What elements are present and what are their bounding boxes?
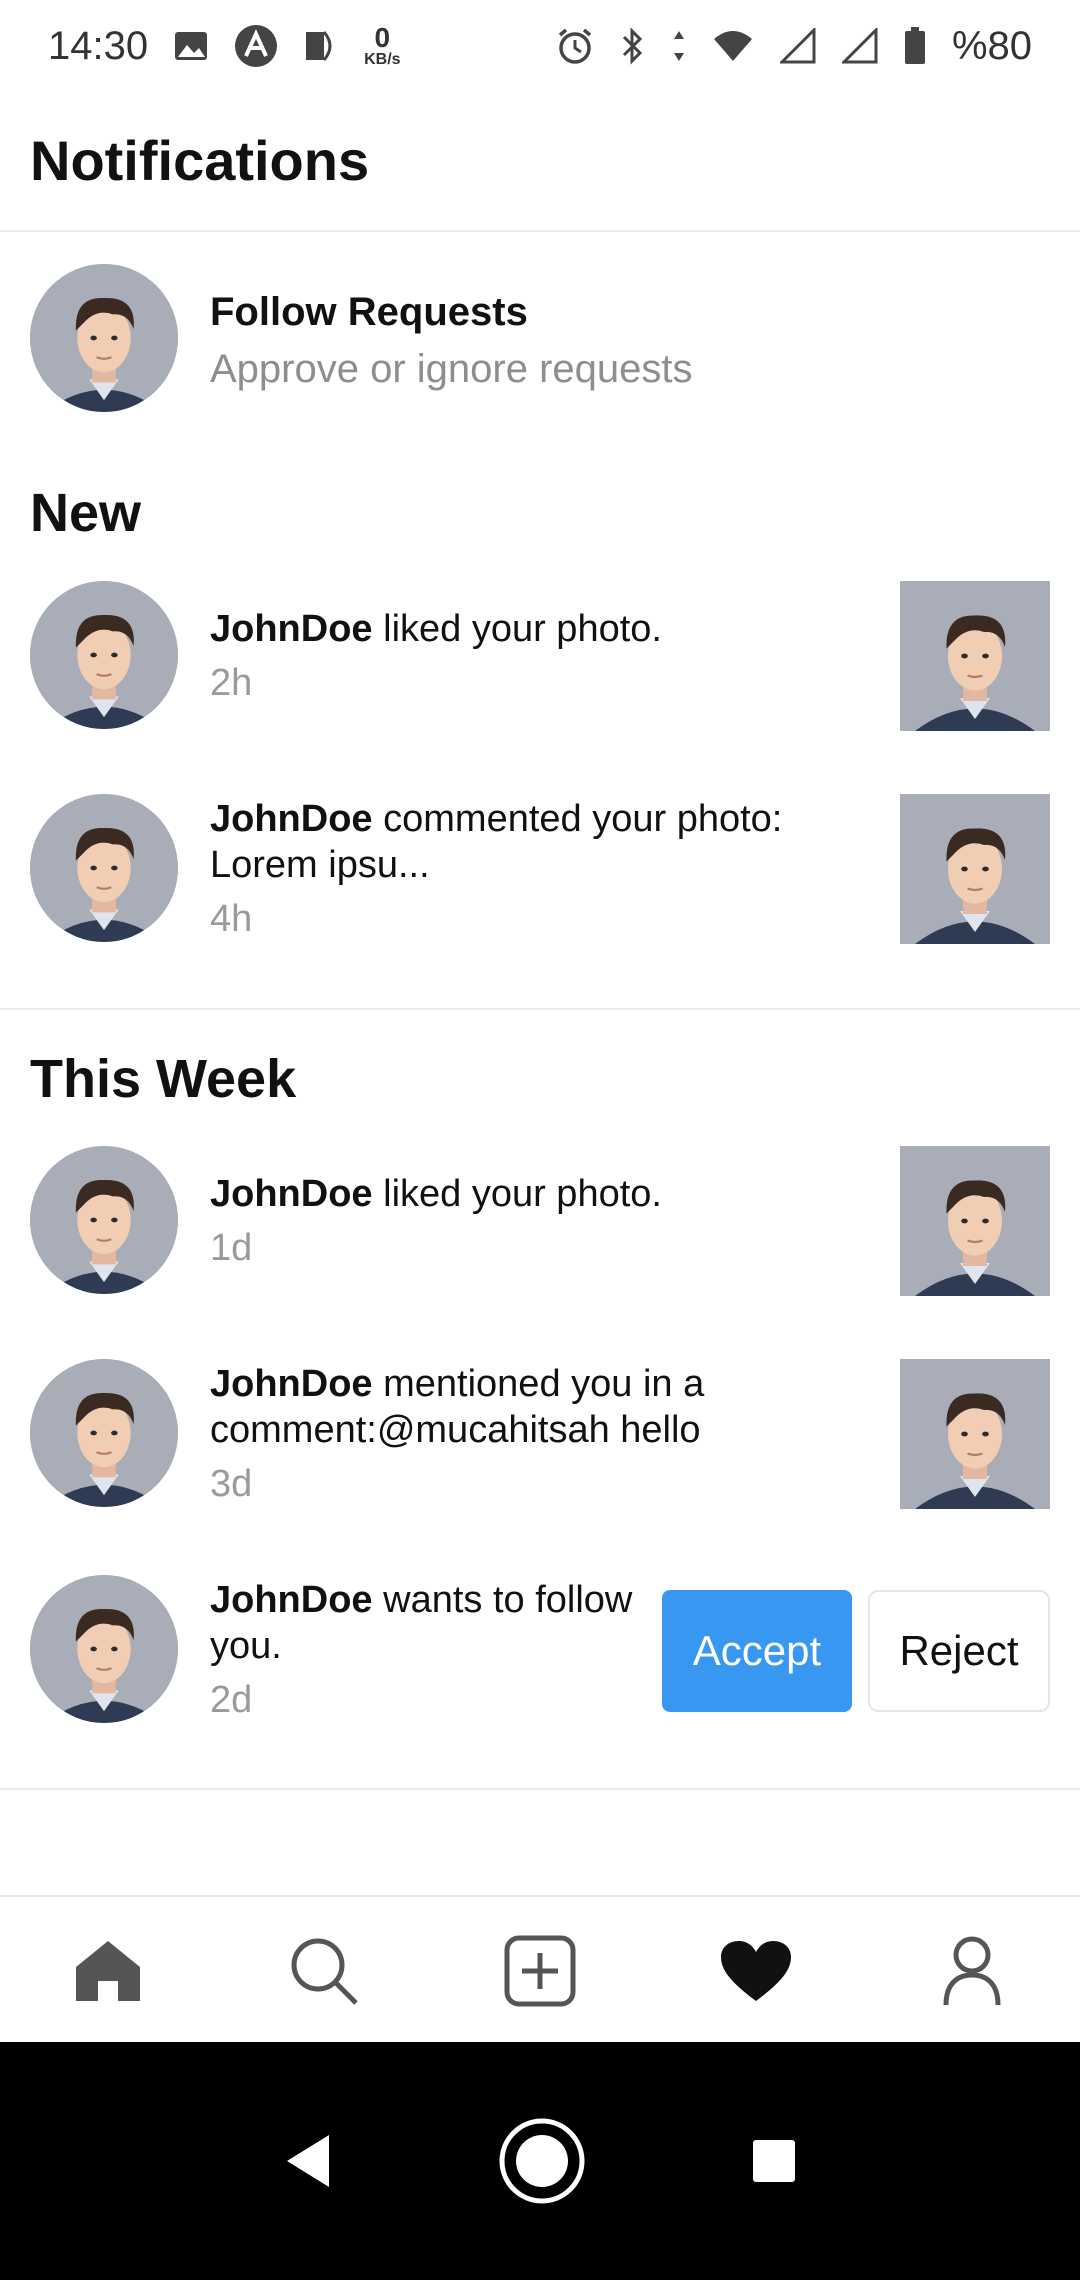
- avatar[interactable]: [30, 581, 178, 729]
- notification-text: JohnDoe liked your photo. 1d: [210, 1171, 870, 1271]
- post-thumbnail[interactable]: [900, 794, 1050, 944]
- notification-text: JohnDoe mentioned you in a comment:@muca…: [210, 1361, 770, 1507]
- page-title: Notifications: [30, 129, 370, 192]
- notification-user[interactable]: JohnDoe: [210, 1579, 373, 1621]
- notification-time: 3d: [210, 1463, 253, 1505]
- notification-user[interactable]: JohnDoe: [210, 798, 373, 840]
- heart-icon: [721, 1940, 791, 2001]
- reject-button[interactable]: Reject: [868, 1590, 1050, 1712]
- nav-profile[interactable]: [912, 1911, 1032, 2031]
- notification-user[interactable]: JohnDoe: [210, 1363, 373, 1405]
- image-icon: [174, 31, 208, 61]
- avatar[interactable]: [30, 794, 178, 942]
- post-thumbnail[interactable]: [900, 1146, 1050, 1296]
- status-time: 14:30: [48, 23, 149, 68]
- section-title-this-week: This Week: [30, 1049, 297, 1109]
- header-divider: [0, 230, 1080, 232]
- alarm-icon: [556, 27, 594, 65]
- notification-time: 2h: [210, 662, 253, 704]
- network-speed: 0 KB/s: [364, 22, 401, 68]
- nav-search[interactable]: [264, 1911, 384, 2031]
- android-nav-bar: [0, 2042, 1080, 2280]
- nav-home[interactable]: [48, 1911, 168, 2031]
- avatar[interactable]: [30, 264, 178, 412]
- home-icon: [76, 1940, 140, 2001]
- list-end-divider: [0, 1788, 1080, 1790]
- app-icon: [234, 24, 278, 68]
- status-right: %80: [556, 24, 1032, 69]
- profile-icon: [943, 1936, 1001, 2005]
- accept-button[interactable]: Accept: [662, 1590, 852, 1712]
- notification-user[interactable]: JohnDoe: [210, 608, 373, 650]
- data-arrows-icon: [672, 29, 686, 63]
- bottom-nav: [0, 1895, 1080, 2044]
- notification-user[interactable]: JohnDoe: [210, 1173, 373, 1215]
- avatar[interactable]: [30, 1575, 178, 1723]
- battery-icon: [904, 27, 926, 65]
- add-post-icon: [504, 1935, 576, 2006]
- follow-requests-subtitle: Approve or ignore requests: [210, 347, 693, 391]
- back-icon[interactable]: [283, 2133, 333, 2189]
- nav-activity[interactable]: [696, 1911, 816, 2031]
- avatar[interactable]: [30, 1146, 178, 1294]
- notification-time: 1d: [210, 1227, 253, 1269]
- half-circle-icon: [304, 29, 338, 63]
- notification-text: JohnDoe wants to follow you. 2d: [210, 1577, 650, 1723]
- search-icon: [291, 1938, 358, 2005]
- follow-requests-title: Follow Requests: [210, 290, 528, 334]
- signal-icon: [779, 28, 816, 64]
- battery-percent: %80: [951, 23, 1032, 68]
- signal-icon: [841, 28, 878, 64]
- notification-text: JohnDoe commented your photo: Lorem ipsu…: [210, 796, 850, 942]
- notification-text: JohnDoe liked your photo. 2h: [210, 606, 870, 706]
- nav-add-post[interactable]: [480, 1911, 600, 2031]
- avatar[interactable]: [30, 1359, 178, 1507]
- home-button-icon[interactable]: [498, 2117, 586, 2205]
- recents-icon[interactable]: [751, 2138, 797, 2184]
- notification-time: 4h: [210, 898, 253, 940]
- section-title-new: New: [30, 483, 142, 543]
- section-divider: [0, 1008, 1080, 1010]
- bluetooth-icon: [620, 27, 646, 65]
- status-left: 14:30 0 KB/s: [48, 24, 401, 69]
- post-thumbnail[interactable]: [900, 581, 1050, 731]
- wifi-icon: [712, 29, 754, 63]
- post-thumbnail[interactable]: [900, 1359, 1050, 1509]
- notification-time: 2d: [210, 1679, 253, 1721]
- status-bar: 14:30 0 KB/s %80: [0, 0, 1080, 92]
